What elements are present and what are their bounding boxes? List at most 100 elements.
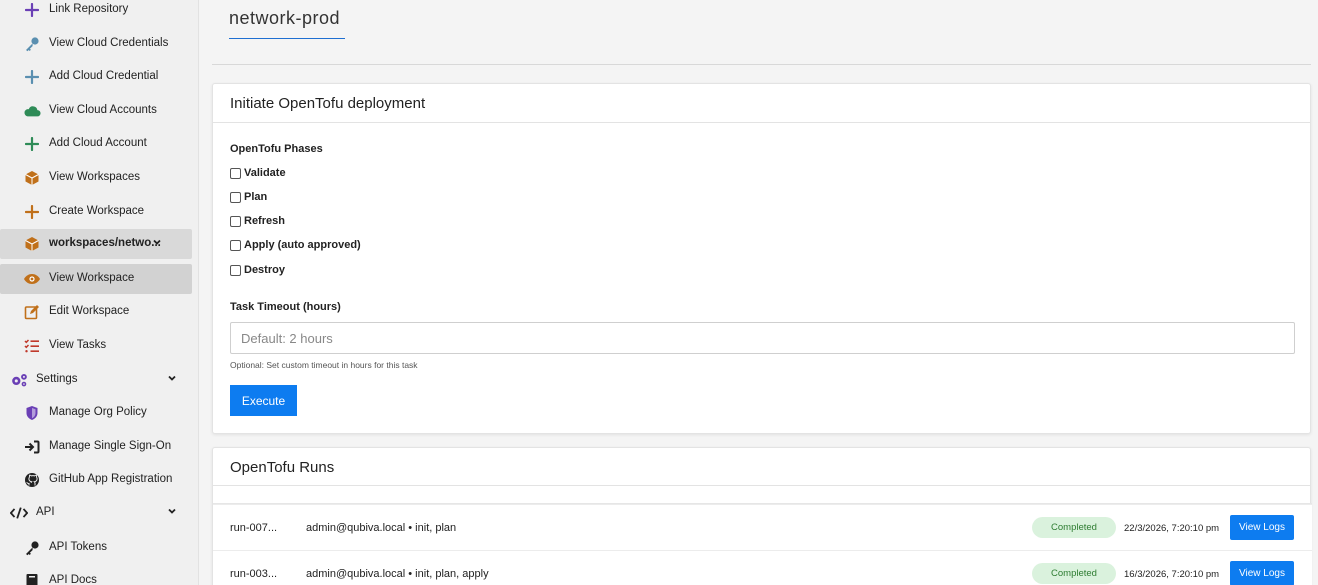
plan-checkbox[interactable] <box>230 191 241 203</box>
plus-icon <box>23 135 41 153</box>
run-meta: admin@qubiva.local • init, plan, apply <box>306 568 489 580</box>
sidebar-item-label: View Cloud Accounts <box>49 104 157 116</box>
timeout-input[interactable] <box>230 322 1295 354</box>
sidebar-item-label: Manage Single Sign-On <box>49 440 172 452</box>
run-timestamp: 16/3/2026, 7:20:10 pm <box>1124 569 1220 580</box>
sidebar-item-label: View Cloud Credentials <box>49 37 169 49</box>
sidebar: Link Repository View Cloud Credentials A… <box>0 0 199 585</box>
key-icon <box>23 539 41 557</box>
sidebar-item-label: GitHub App Registration <box>49 473 173 485</box>
sidebar-item-label: API Tokens <box>49 541 107 553</box>
validate-checkbox[interactable] <box>230 167 241 179</box>
sidebar-item-label: Edit Workspace <box>49 305 130 317</box>
cloud-icon <box>23 102 41 120</box>
shield-icon <box>23 404 41 422</box>
run-timestamp: 22/3/2026, 7:20:10 pm <box>1124 523 1220 534</box>
card-title: Initiate OpenTofu deployment <box>230 95 426 112</box>
sign-in-icon <box>23 438 41 456</box>
phase-destroy[interactable]: Destroy <box>230 263 285 277</box>
destroy-checkbox[interactable] <box>230 264 241 276</box>
phase-refresh[interactable]: Refresh <box>230 214 285 228</box>
sidebar-item-workspace-network[interactable]: workspaces/netwo... <box>0 229 192 259</box>
run-meta: admin@qubiva.local • init, plan <box>306 522 457 534</box>
chevron-down-icon <box>152 237 164 249</box>
sidebar-item-add-cloud-account[interactable]: Add Cloud Account <box>0 129 198 159</box>
gears-icon <box>10 371 28 389</box>
sidebar-item-label: View Workspaces <box>49 171 140 183</box>
cube-icon <box>23 235 41 253</box>
status-badge: Completed <box>1032 563 1116 584</box>
sidebar-item-label: Add Cloud Account <box>49 137 147 149</box>
sidebar-item-manage-single-sign-on[interactable]: Manage Single Sign-On <box>0 432 198 462</box>
eye-icon <box>23 270 41 288</box>
sidebar-item-label: API Docs <box>49 574 97 585</box>
sidebar-item-view-workspaces[interactable]: View Workspaces <box>0 163 198 193</box>
sidebar-item-github-app-registration[interactable]: GitHub App Registration <box>0 465 198 495</box>
timeout-label: Task Timeout (hours) <box>230 301 341 313</box>
cube-icon <box>23 169 41 187</box>
timeout-help-text: Optional: Set custom timeout in hours fo… <box>230 360 418 370</box>
sidebar-item-api-tokens[interactable]: API Tokens <box>0 533 198 563</box>
sidebar-item-create-workspace[interactable]: Create Workspace <box>0 197 198 227</box>
sidebar-item-label: workspaces/netwo... <box>49 237 161 249</box>
book-icon <box>23 572 41 585</box>
status-badge: Completed <box>1032 517 1116 538</box>
chevron-down-icon <box>167 373 179 385</box>
runs-list: run-007... admin@qubiva.local • init, pl… <box>213 503 1312 585</box>
checkbox-label: Validate <box>244 167 286 179</box>
run-id: run-003... <box>230 568 278 580</box>
sidebar-item-add-cloud-credential[interactable]: Add Cloud Credential <box>0 62 198 92</box>
run-id: run-007... <box>230 522 278 534</box>
sidebar-item-label: Manage Org Policy <box>49 406 147 418</box>
table-row: run-003... admin@qubiva.local • init, pl… <box>213 550 1312 585</box>
checkbox-label: Destroy <box>244 264 285 276</box>
chevron-down-icon <box>167 506 179 518</box>
apply-checkbox[interactable] <box>230 239 241 251</box>
sidebar-item-view-workspace[interactable]: View Workspace <box>0 264 192 294</box>
sidebar-item-manage-org-policy[interactable]: Manage Org Policy <box>0 398 198 428</box>
sidebar-item-label: Add Cloud Credential <box>49 70 159 82</box>
sidebar-item-view-cloud-accounts[interactable]: View Cloud Accounts <box>0 96 198 126</box>
sidebar-item-label: View Tasks <box>49 339 107 351</box>
card-title: OpenTofu Runs <box>230 459 335 476</box>
view-logs-button[interactable]: View Logs <box>1230 515 1294 540</box>
card-header: Initiate OpenTofu deployment <box>213 84 1310 123</box>
sidebar-item-api[interactable]: API <box>0 498 198 528</box>
phase-apply[interactable]: Apply (auto approved) <box>230 238 361 252</box>
sidebar-item-label: API <box>36 506 55 518</box>
page-title: network-prod <box>229 8 345 39</box>
sidebar-item-settings[interactable]: Settings <box>0 365 198 395</box>
sidebar-item-api-docs[interactable]: API Docs <box>0 566 198 585</box>
checkbox-label: Apply (auto approved) <box>244 239 361 251</box>
checkbox-label: Refresh <box>244 215 285 227</box>
sidebar-item-label: Create Workspace <box>49 205 145 217</box>
sidebar-item-view-cloud-credentials[interactable]: View Cloud Credentials <box>0 29 198 59</box>
phase-plan[interactable]: Plan <box>230 190 267 204</box>
execute-button[interactable]: Execute <box>230 385 297 416</box>
sidebar-item-label: Settings <box>36 373 78 385</box>
main-content: network-prod Initiate OpenTofu deploymen… <box>200 0 1318 585</box>
sidebar-item-label: Link Repository <box>49 3 129 15</box>
phases-label: OpenTofu Phases <box>230 143 323 155</box>
plus-icon <box>23 68 41 86</box>
sidebar-item-view-tasks[interactable]: View Tasks <box>0 331 198 361</box>
table-row: run-007... admin@qubiva.local • init, pl… <box>213 504 1312 550</box>
deploy-card: Initiate OpenTofu deployment OpenTofu Ph… <box>212 83 1311 434</box>
plus-icon <box>23 203 41 221</box>
runs-card: OpenTofu Runs run-007... admin@qubiva.lo… <box>212 447 1312 585</box>
card-header: OpenTofu Runs <box>213 448 1310 486</box>
sidebar-item-label: View Workspace <box>49 272 135 284</box>
divider <box>212 64 1311 65</box>
github-icon <box>23 471 41 489</box>
refresh-checkbox[interactable] <box>230 215 241 227</box>
edit-icon <box>23 303 41 321</box>
phase-validate[interactable]: Validate <box>230 166 286 180</box>
code-icon <box>10 504 28 522</box>
plus-icon <box>23 1 41 19</box>
key-icon <box>23 35 41 53</box>
sidebar-item-edit-workspace[interactable]: Edit Workspace <box>0 297 198 327</box>
sidebar-item-link-repository[interactable]: Link Repository <box>0 0 198 25</box>
view-logs-button[interactable]: View Logs <box>1230 561 1294 585</box>
tasks-icon <box>23 337 41 355</box>
checkbox-label: Plan <box>244 191 268 203</box>
